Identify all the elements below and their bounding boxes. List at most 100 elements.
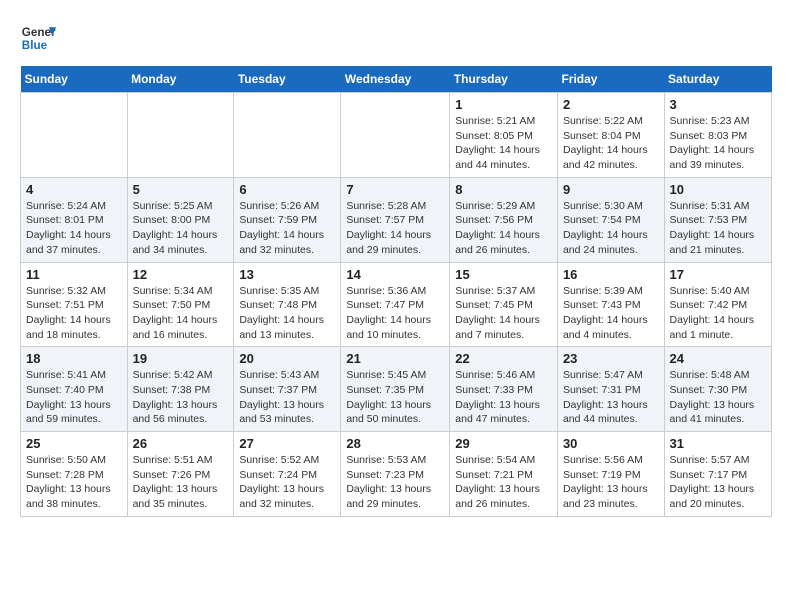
- calendar-cell: 18 Sunrise: 5:41 AMSunset: 7:40 PMDayligh…: [21, 347, 128, 432]
- weekday-header-cell: Saturday: [664, 66, 771, 93]
- calendar-week-row: 4 Sunrise: 5:24 AMSunset: 8:01 PMDaylight…: [21, 177, 772, 262]
- day-number: 22: [455, 351, 552, 366]
- day-info: Sunrise: 5:26 AMSunset: 7:59 PMDaylight:…: [239, 199, 335, 258]
- day-info: Sunrise: 5:40 AMSunset: 7:42 PMDaylight:…: [670, 284, 766, 343]
- calendar-cell: 8Sunrise: 5:29 AMSunset: 7:56 PMDaylight…: [450, 177, 558, 262]
- logo: General Blue: [20, 20, 56, 56]
- weekday-header-row: SundayMondayTuesdayWednesdayThursdayFrid…: [21, 66, 772, 93]
- day-info: Sunrise: 5:42 AMSunset: 7:38 PMDaylight:…: [133, 368, 229, 427]
- calendar-cell: 3 Sunrise: 5:23 AMSunset: 8:03 PMDaylight…: [664, 93, 771, 178]
- day-info: Sunrise: 5:57 AMSunset: 7:17 PMDaylight:…: [670, 453, 766, 512]
- calendar-cell: 1 Sunrise: 5:21 AMSunset: 8:05 PMDaylight…: [450, 93, 558, 178]
- day-number: 16: [563, 267, 659, 282]
- calendar-cell: 28 Sunrise: 5:53 AMSunset: 7:23 PMDayligh…: [341, 432, 450, 517]
- calendar-body: 1 Sunrise: 5:21 AMSunset: 8:05 PMDaylight…: [21, 93, 772, 517]
- day-info: Sunrise: 5:29 AMSunset: 7:56 PMDaylight:…: [455, 199, 552, 258]
- day-info: Sunrise: 5:56 AMSunset: 7:19 PMDaylight:…: [563, 453, 659, 512]
- day-info: Sunrise: 5:51 AMSunset: 7:26 PMDaylight:…: [133, 453, 229, 512]
- day-number: 14: [346, 267, 444, 282]
- day-number: 24: [670, 351, 766, 366]
- day-info: Sunrise: 5:23 AMSunset: 8:03 PMDaylight:…: [670, 114, 766, 173]
- calendar-cell: 24 Sunrise: 5:48 AMSunset: 7:30 PMDayligh…: [664, 347, 771, 432]
- day-number: 19: [133, 351, 229, 366]
- day-number: 15: [455, 267, 552, 282]
- calendar-cell: 5 Sunrise: 5:25 AMSunset: 8:00 PMDaylight…: [127, 177, 234, 262]
- day-number: 4: [26, 182, 122, 197]
- day-info: Sunrise: 5:48 AMSunset: 7:30 PMDaylight:…: [670, 368, 766, 427]
- day-info: Sunrise: 5:37 AMSunset: 7:45 PMDaylight:…: [455, 284, 552, 343]
- calendar-cell: 6Sunrise: 5:26 AMSunset: 7:59 PMDaylight…: [234, 177, 341, 262]
- day-info: Sunrise: 5:54 AMSunset: 7:21 PMDaylight:…: [455, 453, 552, 512]
- day-info: Sunrise: 5:25 AMSunset: 8:00 PMDaylight:…: [133, 199, 229, 258]
- day-number: 18: [26, 351, 122, 366]
- calendar-table: SundayMondayTuesdayWednesdayThursdayFrid…: [20, 66, 772, 517]
- day-number: 12: [133, 267, 229, 282]
- calendar-cell: [127, 93, 234, 178]
- day-number: 27: [239, 436, 335, 451]
- day-info: Sunrise: 5:53 AMSunset: 7:23 PMDaylight:…: [346, 453, 444, 512]
- calendar-cell: 15 Sunrise: 5:37 AMSunset: 7:45 PMDayligh…: [450, 262, 558, 347]
- day-number: 3: [670, 97, 766, 112]
- calendar-week-row: 25 Sunrise: 5:50 AMSunset: 7:28 PMDayligh…: [21, 432, 772, 517]
- weekday-header-cell: Monday: [127, 66, 234, 93]
- day-number: 7: [346, 182, 444, 197]
- calendar-cell: 13 Sunrise: 5:35 AMSunset: 7:48 PMDayligh…: [234, 262, 341, 347]
- day-info: Sunrise: 5:43 AMSunset: 7:37 PMDaylight:…: [239, 368, 335, 427]
- weekday-header-cell: Friday: [557, 66, 664, 93]
- calendar-cell: 23 Sunrise: 5:47 AMSunset: 7:31 PMDayligh…: [557, 347, 664, 432]
- calendar-cell: 17 Sunrise: 5:40 AMSunset: 7:42 PMDayligh…: [664, 262, 771, 347]
- day-info: Sunrise: 5:47 AMSunset: 7:31 PMDaylight:…: [563, 368, 659, 427]
- day-number: 1: [455, 97, 552, 112]
- calendar-cell: 12Sunrise: 5:34 AMSunset: 7:50 PMDayligh…: [127, 262, 234, 347]
- day-number: 11: [26, 267, 122, 282]
- day-info: Sunrise: 5:52 AMSunset: 7:24 PMDaylight:…: [239, 453, 335, 512]
- day-info: Sunrise: 5:39 AMSunset: 7:43 PMDaylight:…: [563, 284, 659, 343]
- day-number: 9: [563, 182, 659, 197]
- page-header: General Blue: [20, 20, 772, 56]
- day-info: Sunrise: 5:50 AMSunset: 7:28 PMDaylight:…: [26, 453, 122, 512]
- day-number: 17: [670, 267, 766, 282]
- calendar-cell: 22 Sunrise: 5:46 AMSunset: 7:33 PMDayligh…: [450, 347, 558, 432]
- day-info: Sunrise: 5:32 AMSunset: 7:51 PMDaylight:…: [26, 284, 122, 343]
- calendar-cell: 4 Sunrise: 5:24 AMSunset: 8:01 PMDaylight…: [21, 177, 128, 262]
- calendar-cell: 31 Sunrise: 5:57 AMSunset: 7:17 PMDayligh…: [664, 432, 771, 517]
- weekday-header-cell: Tuesday: [234, 66, 341, 93]
- day-info: Sunrise: 5:31 AMSunset: 7:53 PMDaylight:…: [670, 199, 766, 258]
- calendar-cell: 29Sunrise: 5:54 AMSunset: 7:21 PMDayligh…: [450, 432, 558, 517]
- calendar-cell: 30 Sunrise: 5:56 AMSunset: 7:19 PMDayligh…: [557, 432, 664, 517]
- day-info: Sunrise: 5:21 AMSunset: 8:05 PMDaylight:…: [455, 114, 552, 173]
- calendar-cell: 2Sunrise: 5:22 AMSunset: 8:04 PMDaylight…: [557, 93, 664, 178]
- day-info: Sunrise: 5:24 AMSunset: 8:01 PMDaylight:…: [26, 199, 122, 258]
- calendar-cell: 11 Sunrise: 5:32 AMSunset: 7:51 PMDayligh…: [21, 262, 128, 347]
- day-number: 28: [346, 436, 444, 451]
- calendar-cell: 10 Sunrise: 5:31 AMSunset: 7:53 PMDayligh…: [664, 177, 771, 262]
- calendar-cell: [234, 93, 341, 178]
- calendar-cell: 16 Sunrise: 5:39 AMSunset: 7:43 PMDayligh…: [557, 262, 664, 347]
- weekday-header-cell: Wednesday: [341, 66, 450, 93]
- calendar-cell: 7Sunrise: 5:28 AMSunset: 7:57 PMDaylight…: [341, 177, 450, 262]
- weekday-header-cell: Thursday: [450, 66, 558, 93]
- calendar-week-row: 11 Sunrise: 5:32 AMSunset: 7:51 PMDayligh…: [21, 262, 772, 347]
- svg-text:Blue: Blue: [22, 39, 48, 52]
- day-info: Sunrise: 5:30 AMSunset: 7:54 PMDaylight:…: [563, 199, 659, 258]
- day-info: Sunrise: 5:22 AMSunset: 8:04 PMDaylight:…: [563, 114, 659, 173]
- calendar-cell: [21, 93, 128, 178]
- day-number: 13: [239, 267, 335, 282]
- day-number: 26: [133, 436, 229, 451]
- day-info: Sunrise: 5:35 AMSunset: 7:48 PMDaylight:…: [239, 284, 335, 343]
- day-number: 30: [563, 436, 659, 451]
- day-info: Sunrise: 5:41 AMSunset: 7:40 PMDaylight:…: [26, 368, 122, 427]
- day-number: 31: [670, 436, 766, 451]
- day-number: 23: [563, 351, 659, 366]
- calendar-week-row: 1 Sunrise: 5:21 AMSunset: 8:05 PMDaylight…: [21, 93, 772, 178]
- day-info: Sunrise: 5:46 AMSunset: 7:33 PMDaylight:…: [455, 368, 552, 427]
- calendar-cell: 27 Sunrise: 5:52 AMSunset: 7:24 PMDayligh…: [234, 432, 341, 517]
- day-number: 10: [670, 182, 766, 197]
- calendar-cell: [341, 93, 450, 178]
- day-number: 25: [26, 436, 122, 451]
- day-number: 5: [133, 182, 229, 197]
- day-number: 20: [239, 351, 335, 366]
- calendar-cell: 19 Sunrise: 5:42 AMSunset: 7:38 PMDayligh…: [127, 347, 234, 432]
- calendar-cell: 20 Sunrise: 5:43 AMSunset: 7:37 PMDayligh…: [234, 347, 341, 432]
- calendar-cell: 14Sunrise: 5:36 AMSunset: 7:47 PMDayligh…: [341, 262, 450, 347]
